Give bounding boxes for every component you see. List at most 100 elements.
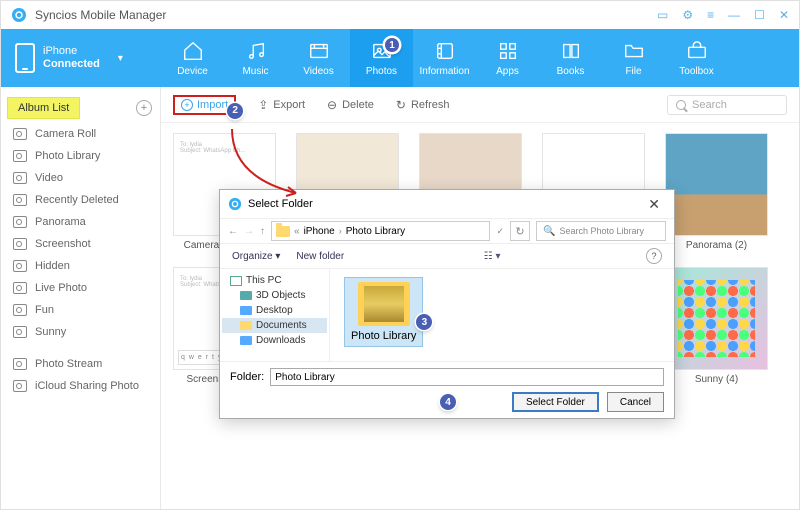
refresh-button[interactable]: ↻Refresh: [396, 98, 450, 112]
nav-apps[interactable]: Apps: [476, 29, 539, 87]
folder-list: Photo Library 3: [330, 269, 674, 361]
export-icon: ⇪: [258, 98, 268, 112]
album-icon: [13, 282, 27, 294]
album-icon: [13, 260, 27, 272]
nav-books[interactable]: Books: [539, 29, 602, 87]
close-icon[interactable]: ✕: [779, 8, 789, 22]
nav-back-icon[interactable]: ←: [228, 226, 238, 237]
nav-toolbox[interactable]: Toolbox: [665, 29, 728, 87]
nav-photos[interactable]: Photos 1: [350, 29, 413, 87]
folder-tree: This PC 3D Objects Desktop Documents Dow…: [220, 269, 330, 361]
device-status: Connected: [43, 58, 100, 71]
nav-device[interactable]: Device: [161, 29, 224, 87]
plus-icon: +: [181, 99, 193, 111]
album-thumb[interactable]: Sunny (4): [665, 267, 768, 385]
folder-icon: [240, 336, 252, 345]
sidebar-item-screenshot[interactable]: Screenshot: [1, 233, 160, 255]
album-icon: [13, 304, 27, 316]
select-folder-button[interactable]: Select Folder: [512, 392, 599, 412]
menu-icon[interactable]: ≡: [707, 8, 714, 22]
export-button[interactable]: ⇪Export: [258, 98, 305, 112]
new-folder-button[interactable]: New folder: [296, 251, 344, 262]
album-icon: [13, 238, 27, 250]
refresh-icon: ↻: [396, 98, 406, 112]
chevron-down-icon[interactable]: ▾: [118, 53, 123, 64]
nav-file[interactable]: File: [602, 29, 665, 87]
layout-icon[interactable]: ▭: [657, 8, 668, 22]
marker-1: 1: [384, 37, 400, 53]
folder-icon: [240, 291, 252, 300]
path-refresh-button[interactable]: ↻: [510, 221, 530, 241]
sidebar-item-panorama[interactable]: Panorama: [1, 211, 160, 233]
select-folder-dialog: Select Folder ✕ ← → ↑ « iPhone › Photo L…: [219, 189, 675, 419]
folder-name-input[interactable]: [270, 368, 664, 386]
nav-music[interactable]: Music: [224, 29, 287, 87]
device-name: iPhone: [43, 45, 100, 58]
view-options-icon[interactable]: ☷ ▾: [484, 251, 501, 262]
search-input[interactable]: Search: [667, 95, 787, 115]
folder-icon: [240, 306, 252, 315]
album-icon: [13, 172, 27, 184]
sidebar-item-live-photo[interactable]: Live Photo: [1, 277, 160, 299]
app-title: Syncios Mobile Manager: [35, 8, 657, 22]
nav-videos[interactable]: Videos: [287, 29, 350, 87]
album-icon: [13, 326, 27, 338]
sidebar-item-sunny[interactable]: Sunny: [1, 321, 160, 343]
album-icon: [13, 358, 27, 370]
settings-icon[interactable]: ⚙: [682, 8, 693, 22]
sidebar-item-photo-library[interactable]: Photo Library: [1, 145, 160, 167]
album-icon: [13, 380, 27, 392]
delete-button[interactable]: ⊖Delete: [327, 98, 374, 112]
tree-downloads[interactable]: Downloads: [222, 333, 327, 348]
titlebar: Syncios Mobile Manager ▭ ⚙ ≡ — ☐ ✕: [1, 1, 799, 29]
sidebar-item-photo-stream[interactable]: Photo Stream: [1, 353, 160, 375]
add-album-button[interactable]: +: [136, 100, 152, 116]
app-logo: [11, 7, 27, 23]
dialog-close-button[interactable]: ✕: [642, 196, 666, 213]
sidebar-item-hidden[interactable]: Hidden: [1, 255, 160, 277]
folder-icon: [240, 321, 252, 330]
tree-documents[interactable]: Documents: [222, 318, 327, 333]
maximize-icon[interactable]: ☐: [754, 8, 765, 22]
dialog-search-input[interactable]: 🔍Search Photo Library: [536, 221, 666, 241]
sidebar-item-recently-deleted[interactable]: Recently Deleted: [1, 189, 160, 211]
marker-4: 4: [440, 394, 456, 410]
tree-desktop[interactable]: Desktop: [222, 303, 327, 318]
sidebar: Album List + Camera Roll Photo Library V…: [1, 87, 161, 509]
album-icon: [13, 128, 27, 140]
sidebar-item-fun[interactable]: Fun: [1, 299, 160, 321]
tree-this-pc[interactable]: This PC: [222, 273, 327, 288]
folder-item[interactable]: Photo Library 3: [344, 277, 423, 347]
nav-up-icon[interactable]: ↑: [260, 226, 265, 237]
import-button[interactable]: + Import 2: [173, 95, 236, 115]
nav-forward-icon[interactable]: →: [244, 226, 254, 237]
pc-icon: [230, 276, 242, 286]
marker-2: 2: [227, 103, 243, 119]
nav-information[interactable]: Information: [413, 29, 476, 87]
album-thumb[interactable]: Panorama (2): [665, 133, 768, 251]
sidebar-album-list[interactable]: Album List: [7, 97, 80, 119]
organize-menu[interactable]: Organize ▾: [232, 251, 280, 262]
album-icon: [13, 194, 27, 206]
phone-icon: [15, 43, 35, 73]
cancel-button[interactable]: Cancel: [607, 392, 664, 412]
toolbar: + Import 2 ⇪Export ⊖Delete ↻Refresh Sear…: [161, 87, 799, 123]
marker-3: 3: [416, 314, 432, 330]
delete-icon: ⊖: [327, 98, 337, 112]
minimize-icon[interactable]: —: [728, 8, 740, 22]
tree-3d-objects[interactable]: 3D Objects: [222, 288, 327, 303]
window-controls: ▭ ⚙ ≡ — ☐ ✕: [657, 8, 789, 22]
folder-preview-icon: [358, 282, 410, 326]
breadcrumb-path[interactable]: « iPhone › Photo Library: [271, 221, 490, 241]
folder-icon: [276, 226, 290, 237]
help-icon[interactable]: ?: [646, 248, 662, 264]
search-icon: [676, 100, 686, 110]
sidebar-item-camera-roll[interactable]: Camera Roll: [1, 123, 160, 145]
sidebar-item-icloud-sharing[interactable]: iCloud Sharing Photo: [1, 375, 160, 397]
album-icon: [13, 216, 27, 228]
annotation-arrow: [226, 127, 316, 207]
album-icon: [13, 150, 27, 162]
folder-field-label: Folder:: [230, 371, 264, 383]
sidebar-item-video[interactable]: Video: [1, 167, 160, 189]
device-panel[interactable]: iPhone Connected ▾: [1, 29, 161, 87]
